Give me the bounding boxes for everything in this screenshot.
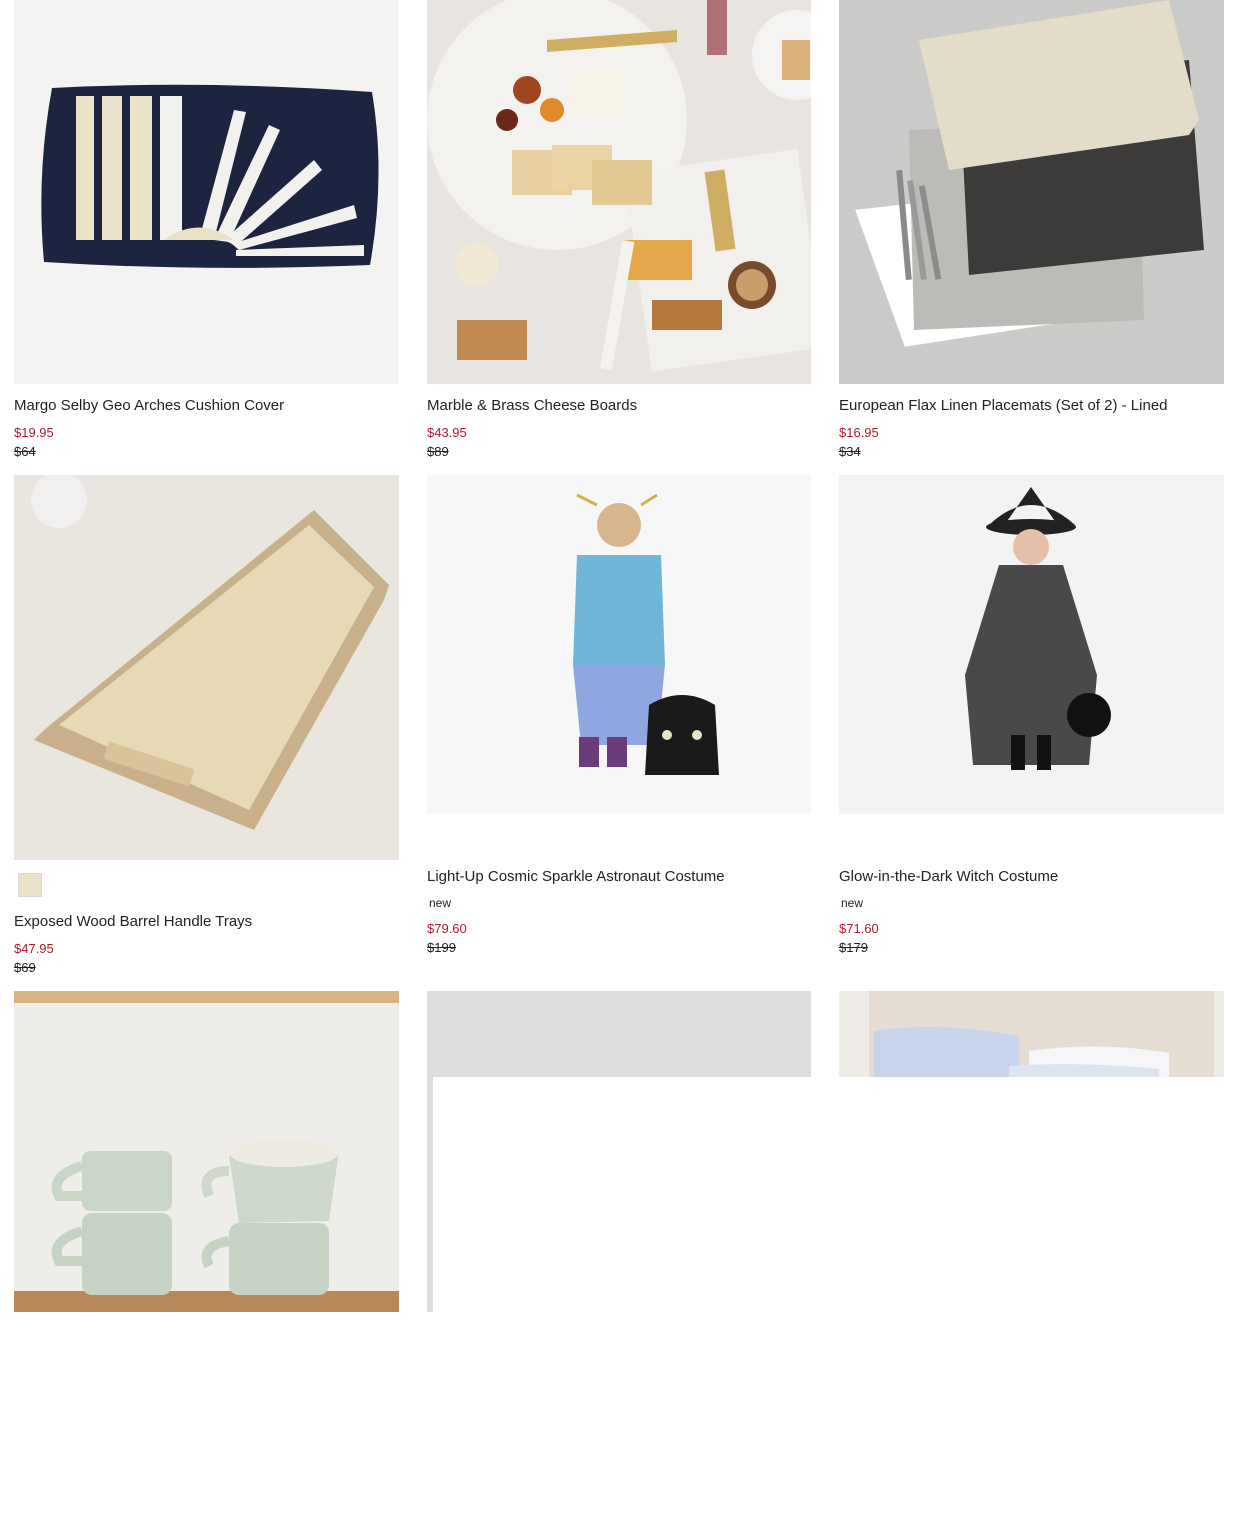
original-price: $179: [839, 940, 868, 955]
color-swatch[interactable]: [18, 873, 42, 897]
original-price: $69: [14, 960, 36, 975]
product-image[interactable]: [14, 475, 399, 860]
new-badge: new: [841, 896, 864, 910]
product-card[interactable]: European Flax Linen Placemats (Set of 2)…: [839, 0, 1224, 465]
original-price: $64: [14, 444, 36, 459]
product-image[interactable]: [427, 0, 811, 384]
product-title[interactable]: Exposed Wood Barrel Handle Trays: [14, 913, 252, 930]
product-title[interactable]: Margo Selby Geo Arches Cushion Cover: [14, 397, 284, 414]
sale-price: $79.60: [427, 921, 467, 936]
product-title[interactable]: Glow-in-the-Dark Witch Costume: [839, 868, 1058, 885]
product-image[interactable]: [14, 0, 399, 384]
sale-price: $43.95: [427, 425, 467, 440]
product-card[interactable]: Marble & Brass Cheese Boards $43.95 $89: [427, 0, 811, 465]
product-card[interactable]: [839, 991, 1224, 1077]
new-badge: new: [429, 896, 452, 910]
sale-price: $47.95: [14, 941, 54, 956]
sale-price: $19.95: [14, 425, 54, 440]
sale-price: $71.60: [839, 921, 879, 936]
product-image-edge: [427, 1077, 433, 1312]
product-image[interactable]: [427, 475, 811, 814]
product-card[interactable]: [14, 991, 399, 1312]
product-image[interactable]: [839, 0, 1224, 384]
product-image[interactable]: [427, 991, 811, 1077]
product-image[interactable]: [839, 991, 1224, 1077]
product-card[interactable]: [427, 991, 811, 1312]
product-card[interactable]: Light-Up Cosmic Sparkle Astronaut Costum…: [427, 475, 811, 960]
original-price: $34: [839, 444, 861, 459]
product-card[interactable]: Exposed Wood Barrel Handle Trays $47.95 …: [14, 475, 399, 980]
product-image[interactable]: [14, 991, 399, 1312]
product-image[interactable]: [839, 475, 1224, 814]
product-title[interactable]: Light-Up Cosmic Sparkle Astronaut Costum…: [427, 868, 725, 885]
product-title[interactable]: European Flax Linen Placemats (Set of 2)…: [839, 397, 1168, 414]
product-card[interactable]: Glow-in-the-Dark Witch Costume new $71.6…: [839, 475, 1224, 960]
original-price: $199: [427, 940, 456, 955]
original-price: $89: [427, 444, 449, 459]
sale-price: $16.95: [839, 425, 879, 440]
product-card[interactable]: Margo Selby Geo Arches Cushion Cover $19…: [14, 0, 399, 465]
product-title[interactable]: Marble & Brass Cheese Boards: [427, 397, 637, 414]
